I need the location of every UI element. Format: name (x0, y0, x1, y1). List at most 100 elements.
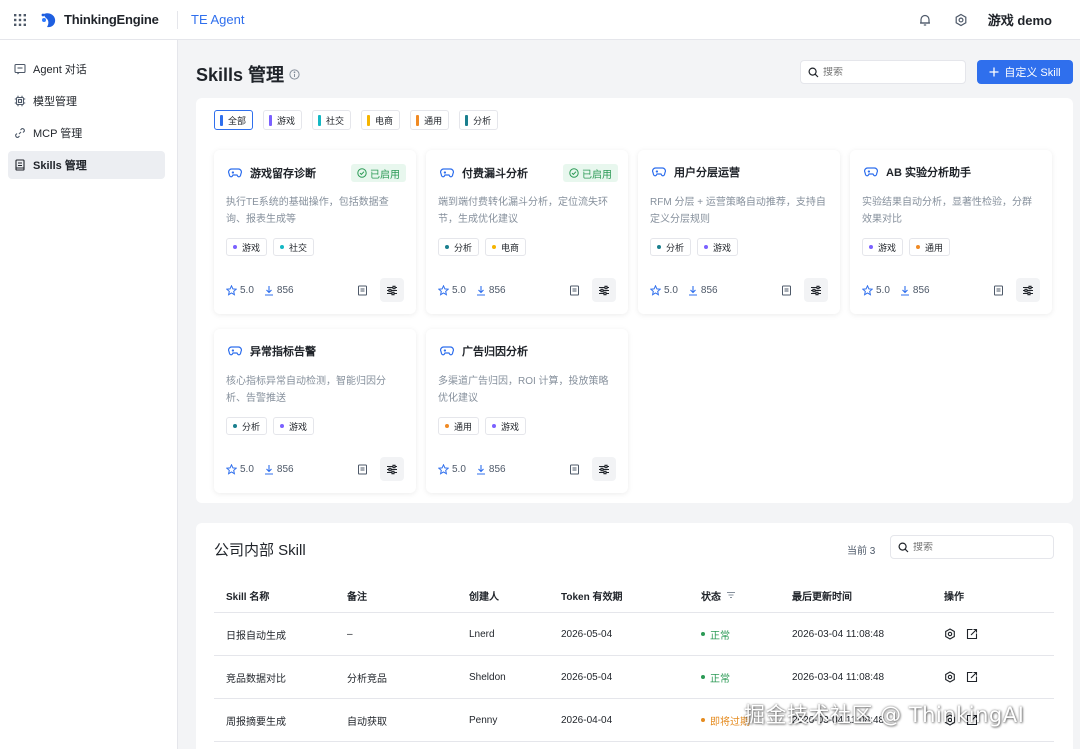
tag-dot (869, 245, 873, 249)
share-icon[interactable] (966, 628, 978, 640)
logo[interactable]: ThinkingEngine (40, 11, 177, 29)
skill-card-footer: 5.0 856 (226, 278, 404, 302)
filter-chip-general[interactable]: 通用 (410, 110, 450, 130)
search-input[interactable] (913, 541, 1033, 553)
skill-card[interactable]: 游戏留存诊断 已启用 执行TE系统的基础操作，包括数据查询、报表生成等 游戏 社交… (214, 150, 416, 314)
search-icon (898, 541, 909, 553)
filter-label: 全部 (228, 115, 247, 126)
downloads: 856 (476, 464, 506, 475)
status-dot (701, 675, 705, 679)
user-menu[interactable]: 游戏 demo (988, 10, 1052, 29)
skill-tags: 分析 电商 (438, 238, 527, 256)
star-icon (438, 463, 449, 475)
page-title-text: Skills 管理 (196, 65, 285, 85)
internal-search[interactable] (890, 535, 1054, 559)
document-icon[interactable] (781, 285, 792, 296)
tag-label: 通用 (925, 242, 944, 253)
chip-icon (14, 95, 26, 107)
tag-label: 分析 (242, 421, 261, 432)
enabled-badge: 已启用 (351, 164, 406, 182)
skill-tag: 游戏 (862, 238, 904, 256)
gamepad-icon (864, 167, 878, 177)
downloads: 856 (900, 285, 930, 296)
config-button[interactable] (592, 278, 616, 302)
info-icon[interactable] (289, 68, 300, 80)
filter-chip-ecommerce[interactable]: 电商 (361, 110, 401, 130)
add-custom-skill-button[interactable]: 自定义 Skill (977, 60, 1073, 84)
status-dot (701, 632, 705, 636)
config-button[interactable] (592, 457, 616, 481)
skills-search[interactable] (800, 60, 966, 84)
sidebar-item-label: 模型管理 (33, 96, 77, 108)
skill-card[interactable]: 广告归因分析 多渠道广告归因，ROI 计算，投放策略优化建议 通用 游戏 5.0 … (426, 329, 628, 493)
config-button[interactable] (804, 278, 828, 302)
filter-chip-game[interactable]: 游戏 (263, 110, 303, 130)
cell-status: 正常 (689, 627, 780, 642)
cell-token-expiry: 2026-04-04 (561, 714, 613, 726)
tag-label: 游戏 (501, 421, 520, 432)
share-icon[interactable] (966, 671, 978, 683)
cell-creator: Penny (469, 714, 498, 726)
column-header: 创建人 (469, 591, 499, 603)
tag-dot (233, 245, 237, 249)
filter-label: 电商 (375, 115, 394, 126)
gamepad-icon (228, 168, 242, 178)
rating: 5.0 (226, 463, 254, 475)
column-header-label: 状态 (701, 591, 721, 603)
skill-description: 端到端付费转化漏斗分析，定位流失环节，生成优化建议 (438, 197, 608, 225)
rating: 5.0 (438, 463, 466, 475)
filter-chip-social[interactable]: 社交 (312, 110, 352, 130)
cell-token-expiry: 2026-05-04 (561, 628, 613, 640)
sliders-icon (598, 464, 610, 475)
download-icon (900, 285, 910, 296)
settings-icon[interactable] (944, 671, 956, 683)
document-icon[interactable] (357, 285, 368, 296)
document-icon[interactable] (357, 464, 368, 475)
search-icon (808, 66, 819, 78)
download-icon (688, 285, 698, 296)
check-circle-icon (357, 168, 367, 178)
sidebar-item-models[interactable]: 模型管理 (8, 87, 165, 115)
product-name[interactable]: TE Agent (191, 12, 244, 27)
tag-dot (492, 424, 497, 428)
settings-icon[interactable] (944, 628, 956, 640)
skill-card[interactable]: 异常指标告警 核心指标异常自动检测，智能归因分析、告警推送 分析 游戏 5.0 8… (214, 329, 416, 493)
document-icon[interactable] (569, 285, 580, 296)
filter-icon[interactable] (726, 590, 736, 600)
skill-tags: 分析 游戏 (650, 238, 739, 256)
config-button[interactable] (380, 457, 404, 481)
bell-icon[interactable] (918, 13, 932, 27)
tag-dot (492, 245, 497, 249)
skill-card[interactable]: AB 实验分析助手 实验结果自动分析，显著性检验，分群效果对比 游戏 通用 5.0… (850, 150, 1052, 314)
cell-note: 自动获取 (347, 716, 387, 728)
config-button[interactable] (1016, 278, 1040, 302)
cell-actions (932, 628, 1052, 640)
skill-tags: 游戏 社交 (226, 238, 315, 256)
gear-icon[interactable] (954, 13, 968, 27)
search-input[interactable] (823, 66, 943, 78)
skill-tag: 通用 (438, 417, 480, 435)
cell-updated-time: 2026-03-04 11:08:48 (792, 671, 885, 683)
check-circle-icon (569, 168, 579, 178)
document-icon[interactable] (569, 464, 580, 475)
sidebar-item-agent-chat[interactable]: Agent 对话 (8, 55, 165, 83)
download-count: 856 (912, 284, 930, 296)
apps-grid-icon[interactable] (0, 13, 40, 26)
cell-creator: Sheldon (469, 671, 506, 683)
filter-chip-analysis[interactable]: 分析 (459, 110, 499, 130)
table-row[interactable]: 日报自动生成 – Lnerd 2026-05-04 正常 2026-03-04 … (214, 613, 1054, 656)
filter-chip-all[interactable]: 全部 (214, 110, 254, 130)
document-icon[interactable] (993, 285, 1004, 296)
skill-card[interactable]: 付费漏斗分析 已启用 端到端付费转化漏斗分析，定位流失环节，生成优化建议 分析 电… (426, 150, 628, 314)
skill-card[interactable]: 用户分层运营 RFM 分层 + 运营策略自动推荐，支持自定义分层规则 分析 游戏 … (638, 150, 840, 314)
sidebar-item-mcp[interactable]: MCP 管理 (8, 119, 165, 147)
filter-label: 游戏 (277, 115, 296, 126)
download-count: 856 (276, 463, 294, 475)
table-row[interactable]: 竞品数据对比 分析竞品 Sheldon 2026-05-04 正常 2026-0… (214, 656, 1054, 699)
rating-value: 5.0 (876, 284, 890, 296)
tag-label: 电商 (501, 242, 520, 253)
skill-tag: 游戏 (273, 417, 315, 435)
sidebar-item-skills[interactable]: Skills 管理 (8, 151, 165, 179)
config-button[interactable] (380, 278, 404, 302)
tag-dot (657, 245, 661, 249)
